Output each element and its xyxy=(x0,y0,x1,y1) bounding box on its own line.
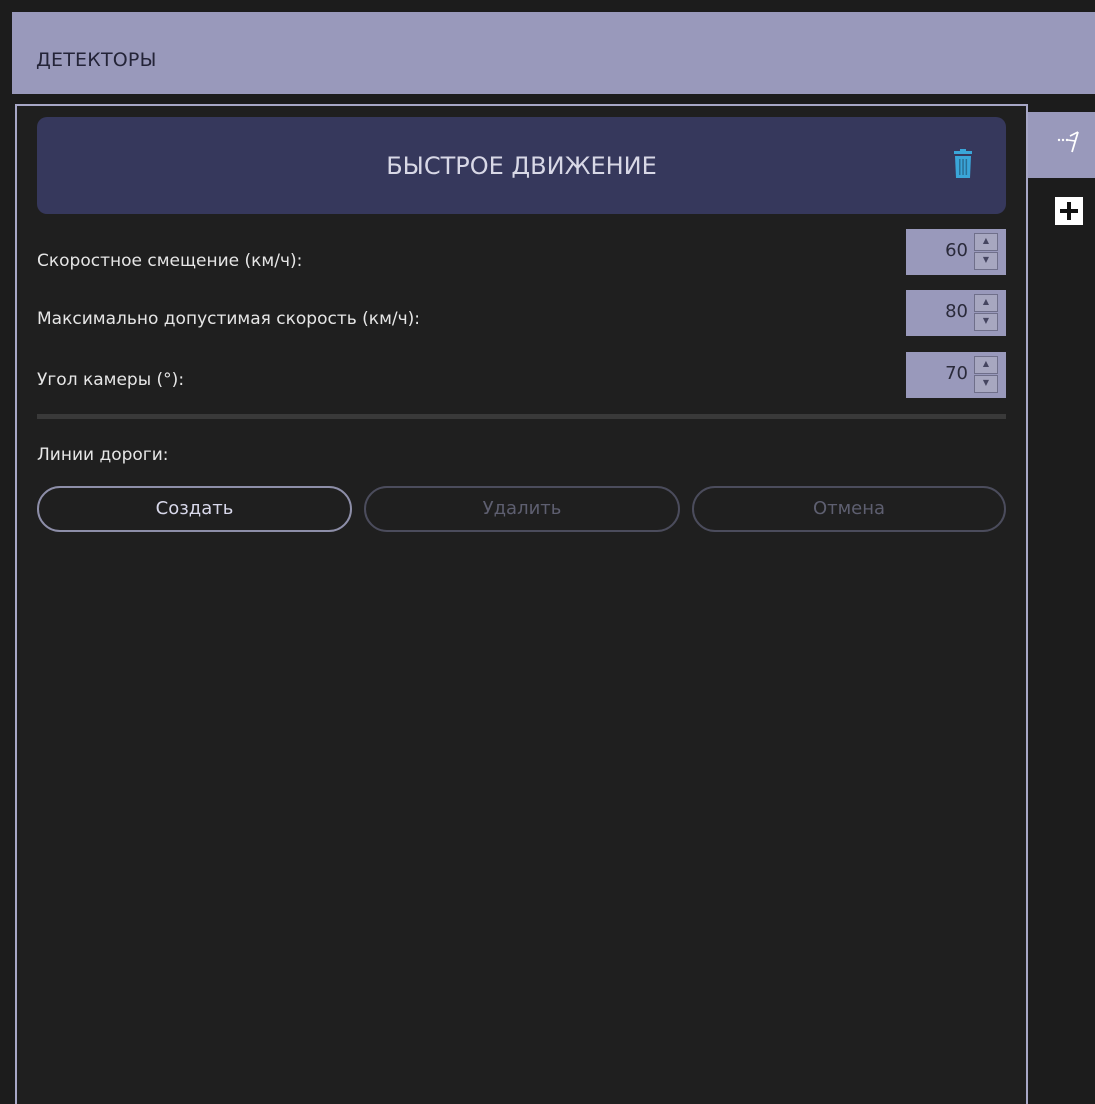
speed-detector-icon xyxy=(1057,131,1079,153)
detectors-header: ДЕТЕКТОРЫ xyxy=(12,12,1095,94)
cancel-button[interactable]: Отмена xyxy=(692,486,1006,532)
separator xyxy=(37,414,1006,419)
speed-offset-label: Скоростное смещение (км/ч): xyxy=(37,251,303,271)
create-button[interactable]: Создать xyxy=(37,486,352,532)
camera-angle-label: Угол камеры (°): xyxy=(37,370,185,390)
spin-down-button[interactable]: ▼ xyxy=(974,252,998,270)
spin-value[interactable]: 70 xyxy=(945,363,968,385)
detector-title: БЫСТРОЕ ДВИЖЕНИЕ xyxy=(386,152,657,180)
camera-angle-spinbox[interactable]: 70 ▲ ▼ xyxy=(906,352,1006,398)
plus-icon[interactable] xyxy=(1055,197,1083,225)
left-edge-strip xyxy=(0,94,12,1101)
spin-value[interactable]: 60 xyxy=(945,240,968,262)
trash-icon[interactable] xyxy=(952,149,974,179)
tab-speed-detector[interactable] xyxy=(1028,112,1095,178)
detector-header[interactable]: БЫСТРОЕ ДВИЖЕНИЕ xyxy=(37,117,1006,214)
window-top-strip xyxy=(0,0,1095,12)
spin-down-button[interactable]: ▼ xyxy=(974,375,998,393)
max-speed-spinbox[interactable]: 80 ▲ ▼ xyxy=(906,290,1006,336)
spin-up-button[interactable]: ▲ xyxy=(974,356,998,374)
spin-up-button[interactable]: ▲ xyxy=(974,294,998,312)
road-lines-label: Линии дороги: xyxy=(37,445,169,465)
delete-button[interactable]: Удалить xyxy=(364,486,680,532)
speed-offset-spinbox[interactable]: 60 ▲ ▼ xyxy=(906,229,1006,275)
panel-gap xyxy=(15,94,1095,104)
max-speed-label: Максимально допустимая скорость (км/ч): xyxy=(37,309,421,329)
spin-up-button[interactable]: ▲ xyxy=(974,233,998,251)
spin-down-button[interactable]: ▼ xyxy=(974,313,998,331)
side-tabs-column xyxy=(1028,104,1095,1101)
page-title: ДЕТЕКТОРЫ xyxy=(36,49,157,71)
spin-value[interactable]: 80 xyxy=(945,301,968,323)
